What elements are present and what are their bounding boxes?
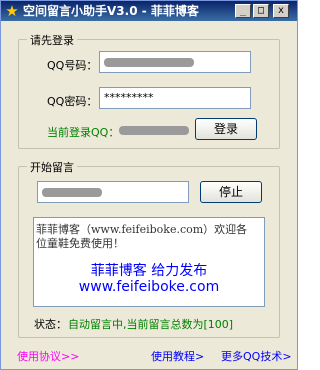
current-login-value [119, 126, 189, 135]
status-label: 状态： [34, 318, 67, 331]
login-group-title: 请先登录 [27, 32, 77, 48]
message-target-input[interactable] [37, 181, 189, 203]
tutorial-link[interactable]: 使用教程> [151, 348, 204, 364]
title-bar[interactable]: ★ 空间留言小助手V3.0 - 菲菲博客 _ □ x [1, 1, 297, 21]
qq-number-value [104, 57, 194, 67]
minimize-button[interactable]: _ [235, 4, 251, 18]
message-target-value [42, 187, 102, 197]
qq-password-input[interactable]: ********* [99, 87, 251, 109]
app-window: ★ 空间留言小助手V3.0 - 菲菲博客 _ □ x 请先登录 QQ号码： QQ… [0, 0, 298, 370]
more-qq-tech-link[interactable]: 更多QQ技术> [221, 348, 292, 364]
star-icon: ★ [5, 2, 19, 20]
publisher-line1: 菲菲博客 给力发布 [90, 263, 208, 279]
current-login-label: 当前登录QQ： [47, 126, 120, 139]
qq-number-input[interactable] [99, 51, 251, 73]
maximize-button[interactable]: □ [253, 4, 269, 18]
close-button[interactable]: x [273, 4, 289, 18]
window-title: 空间留言小助手V3.0 - 菲菲博客 [23, 4, 199, 18]
qq-number-label: QQ号码： [47, 59, 98, 72]
login-button[interactable]: 登录 [195, 118, 257, 140]
status-value: 自动留言中,当前留言总数为[100] [68, 318, 234, 331]
stop-button[interactable]: 停止 [200, 181, 262, 203]
message-textarea[interactable]: 菲菲博客（www.feifeiboke.com）欢迎各 位童鞋免费使用！ 菲菲博… [33, 217, 265, 307]
message-group-title: 开始留言 [27, 159, 77, 175]
qq-password-label: QQ密码： [47, 95, 98, 108]
message-text-line2: 位童鞋免费使用！ [36, 237, 124, 250]
publisher-line2: www.feifeiboke.com [78, 279, 220, 295]
usage-agreement-link[interactable]: 使用协议>> [17, 348, 79, 364]
